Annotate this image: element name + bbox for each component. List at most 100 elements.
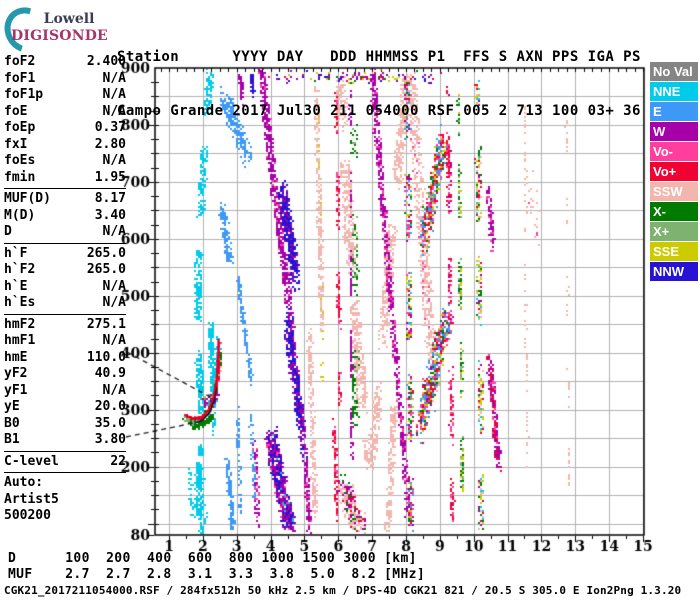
param-value: 3.80 <box>94 432 126 447</box>
param-value: N/A <box>102 153 126 168</box>
param-label: hmF2 <box>4 316 36 332</box>
param-value: 265.0 <box>86 262 126 277</box>
param-row-D: D N/A <box>4 224 126 241</box>
param-value: 35.0 <box>94 415 126 431</box>
panel-divider <box>4 188 126 189</box>
param-row-B1: B1 3.80 <box>4 432 126 449</box>
param-row-hmF2: hmF2 275.1 <box>4 317 126 334</box>
logo-digisonde-text: DIGISONDE <box>11 28 108 44</box>
panel-divider <box>4 242 126 244</box>
param-value: 275.1 <box>86 316 126 332</box>
param-row-foE: foE N/A <box>4 104 126 121</box>
param-label: h`E <box>4 278 28 294</box>
panel-footer-line: 500200 <box>4 508 51 523</box>
legend-item-Vo-: Vo- <box>650 142 698 161</box>
ionogram-page: Lowell DIGISONDE Station YYYY DAY DDD HH… <box>0 0 700 600</box>
param-row-yF1: yF1 N/A <box>4 383 126 400</box>
param-value: 2.400 <box>86 54 126 69</box>
legend-item-NNE: NNE <box>650 82 698 101</box>
legend-item-W: W <box>650 122 698 141</box>
legend-item-E: E <box>650 102 698 121</box>
legend-item-SSE: SSE <box>650 242 698 261</box>
param-row-foF1: foF1 N/A <box>4 71 126 88</box>
panel-divider <box>4 313 126 315</box>
legend-item-X-: X- <box>650 202 698 221</box>
param-row-foF2: foF2 2.400 <box>4 54 126 71</box>
header-line-values: Campo Grande 2017 Jul30 211 054000 RSF 0… <box>117 103 641 119</box>
param-value: 8.17 <box>94 191 126 206</box>
param-label: h`F <box>4 245 28 261</box>
panel-footer-line: Auto: <box>4 475 44 490</box>
param-row-C-level: C-level 22 <box>4 454 126 471</box>
param-value: N/A <box>102 87 126 102</box>
param-row-fxI: fxI 2.80 <box>4 137 126 154</box>
param-value: 2.80 <box>94 136 126 152</box>
param-label: foF1p <box>4 87 44 102</box>
param-row-yF2: yF2 40.9 <box>4 366 126 383</box>
param-value: N/A <box>102 295 126 310</box>
param-row-MUF(D): MUF(D) 8.17 <box>4 191 126 208</box>
panel-footer-line: Artist5 <box>4 491 59 507</box>
param-row-M(D): M(D) 3.40 <box>4 208 126 225</box>
legend-item-NNW: NNW <box>650 262 698 281</box>
logo-lowell-text: Lowell <box>43 11 95 27</box>
param-value: 265.0 <box>86 245 126 261</box>
param-row-yE: yE 20.0 <box>4 399 126 416</box>
param-label: foEp <box>4 120 36 135</box>
param-value: N/A <box>102 224 126 239</box>
param-label: C-level <box>4 453 59 469</box>
param-value: N/A <box>102 333 126 348</box>
param-row-h`F: h`F 265.0 <box>4 246 126 263</box>
param-row-fmin: fmin 1.95 <box>4 170 126 187</box>
param-label: MUF(D) <box>4 191 51 206</box>
param-label: yF1 <box>4 382 28 398</box>
param-value: 22 <box>110 453 126 469</box>
param-value: 20.0 <box>94 399 126 414</box>
lowell-digisonde-logo: Lowell DIGISONDE <box>0 0 113 61</box>
muf-row: MUF 2.7 2.7 2.8 3.1 3.3 3.8 5.0 8.2 [MHz… <box>8 567 426 582</box>
header-line-columns: Station YYYY DAY DDD HHMMSS P1 FFS S AXN… <box>117 49 641 65</box>
param-row-h`E: h`E N/A <box>4 279 126 296</box>
legend-item-SSW: SSW <box>650 182 698 201</box>
param-row-B0: B0 35.0 <box>4 416 126 433</box>
panel-divider <box>4 472 126 473</box>
param-label: yE <box>4 399 20 414</box>
param-row-h`F2: h`F2 265.0 <box>4 262 126 279</box>
parameter-panel: foF2 2.400 foF1 N/A foF1p N/A foE N/A foEp 0.37 fx… <box>4 54 126 525</box>
param-label: fmin <box>4 169 36 185</box>
legend-item-X+: X+ <box>650 222 698 241</box>
param-row-hmE: hmE 110.0 <box>4 350 126 367</box>
param-label: B0 <box>4 415 20 431</box>
param-label: h`F2 <box>4 262 36 277</box>
param-value: N/A <box>102 278 126 294</box>
param-label: foF1 <box>4 70 36 86</box>
param-row-hmF1: hmF1 N/A <box>4 333 126 350</box>
param-label: hmE <box>4 349 28 365</box>
param-label: foE <box>4 103 28 119</box>
param-label: D <box>4 224 12 239</box>
param-label: hmF1 <box>4 333 36 348</box>
file-info-line: CGK21_2017211054000.RSF / 284fx512h 50 k… <box>4 584 682 597</box>
param-row-foF1p: foF1p N/A <box>4 87 126 104</box>
param-value: N/A <box>102 70 126 86</box>
param-value: N/A <box>102 103 126 119</box>
param-row-h`Es: h`Es N/A <box>4 295 126 312</box>
param-value: 0.37 <box>94 120 126 135</box>
param-value: 110.0 <box>86 349 126 365</box>
legend-item-NoVal: No Val <box>650 62 698 81</box>
param-label: yF2 <box>4 366 28 381</box>
legend-item-Vo+: Vo+ <box>650 162 698 181</box>
station-header: Station YYYY DAY DDD HHMMSS P1 FFS S AXN… <box>117 12 641 156</box>
panel-divider <box>4 450 126 452</box>
param-value: 1.95 <box>94 169 126 185</box>
param-label: M(D) <box>4 207 36 223</box>
param-value: 40.9 <box>94 366 126 381</box>
param-row-foEs: foEs N/A <box>4 153 126 170</box>
param-label: B1 <box>4 432 20 447</box>
distance-row: D 100 200 400 600 800 1000 1500 3000 [km… <box>8 551 417 566</box>
param-label: h`Es <box>4 295 36 310</box>
param-value: N/A <box>102 382 126 398</box>
param-label: fxI <box>4 136 28 152</box>
param-value: 3.40 <box>94 207 126 223</box>
echo-type-legend: No Val NNE E W Vo- Vo+ SSW X- X+ SSE NNW <box>650 62 698 282</box>
